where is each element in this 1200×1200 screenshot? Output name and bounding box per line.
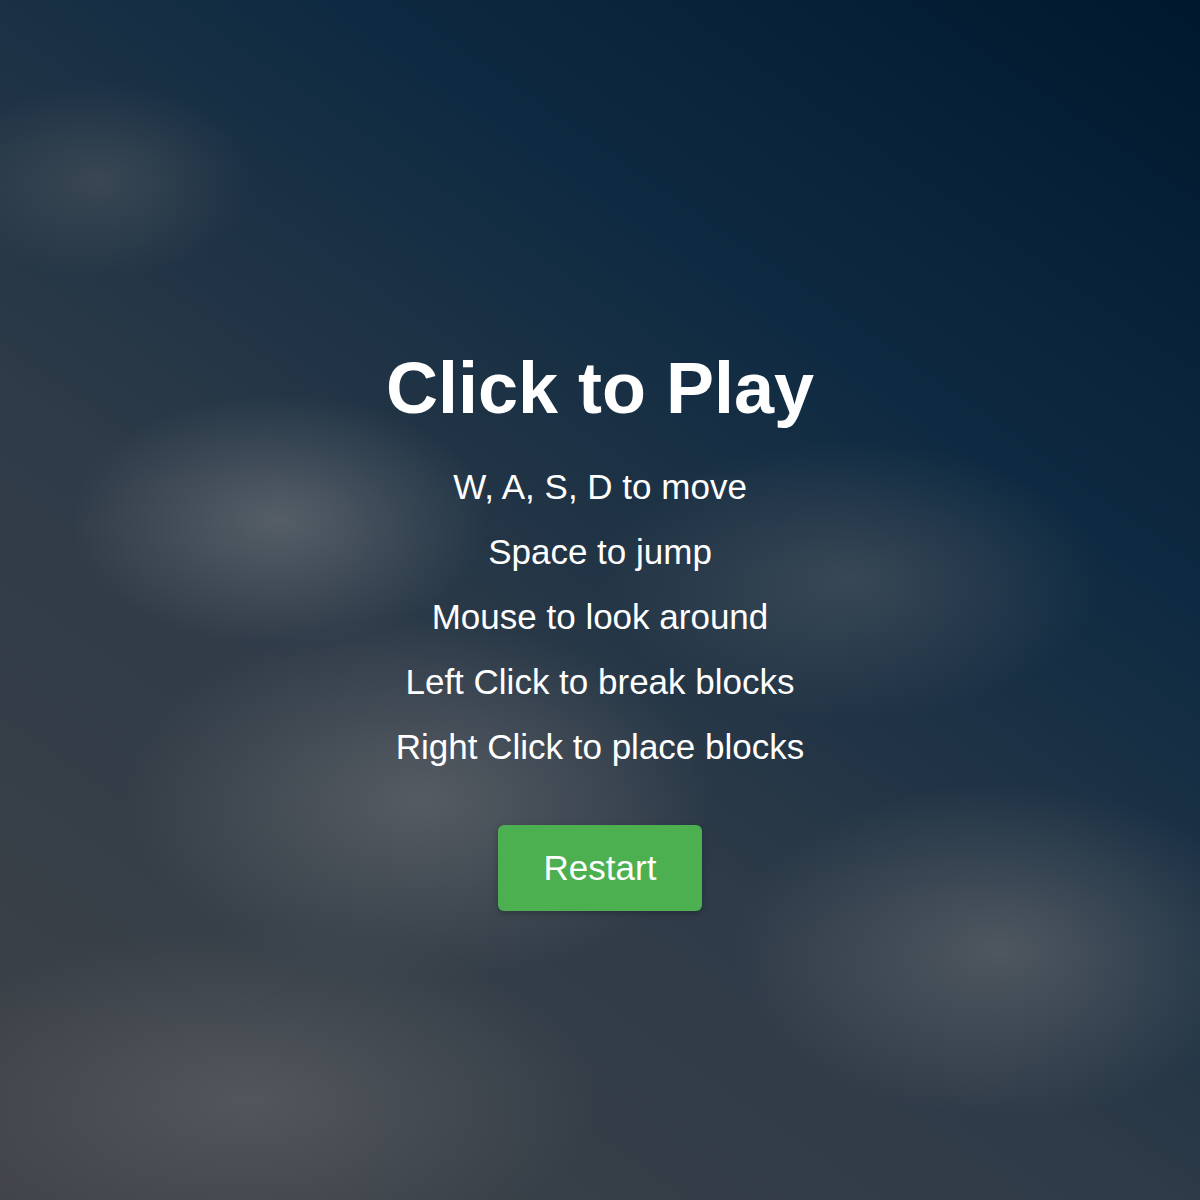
instruction-line: Right Click to place blocks: [396, 727, 805, 767]
instructions-list: W, A, S, D to move Space to jump Mouse to …: [396, 467, 805, 767]
instruction-line: W, A, S, D to move: [453, 467, 747, 507]
overlay-title: Click to Play: [386, 345, 814, 431]
start-overlay[interactable]: Click to Play W, A, S, D to move Space to …: [0, 0, 1200, 1200]
restart-button[interactable]: Restart: [498, 825, 702, 911]
game-screen[interactable]: Click to Play W, A, S, D to move Space to …: [0, 0, 1200, 1200]
instruction-line: Mouse to look around: [432, 597, 769, 637]
instruction-line: Space to jump: [488, 532, 712, 572]
instruction-line: Left Click to break blocks: [405, 662, 794, 702]
